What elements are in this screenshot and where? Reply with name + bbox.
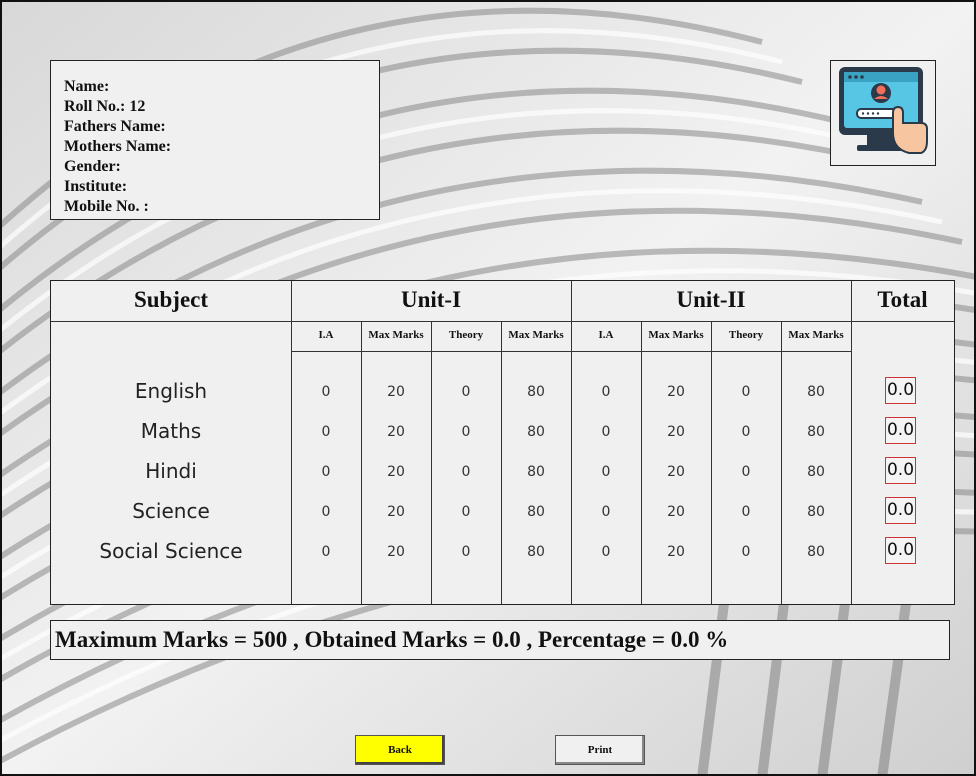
cell-hindi-u1-max1: 20 [387,464,405,480]
cell-maths-u2-max1: 20 [667,424,685,440]
subheader-u1-theory: Theory [448,329,484,341]
cell-maths-u1-ia: 0 [321,424,331,440]
total-maths: 0.0 [885,417,916,444]
total-english: 0.0 [885,377,916,404]
total-social-science: 0.0 [885,537,916,564]
cell-social-science-u2-theory: 0 [741,544,751,560]
cell-maths-u1-theory: 0 [461,424,471,440]
cell-english-u1-max2: 80 [527,384,545,400]
cell-social-science-u2-ia: 0 [601,544,611,560]
column-divider [361,321,362,604]
subheader-u1-max-marks-theory: Max Marks [508,329,564,341]
header-unit-2: Unit-II [676,287,746,312]
cell-english-u2-max1: 20 [667,384,685,400]
cell-science-u1-max2: 80 [527,504,545,520]
cell-science-u2-max1: 20 [667,504,685,520]
cell-science-u2-max2: 80 [807,504,825,520]
cell-hindi-u1-theory: 0 [461,464,471,480]
cell-hindi-u1-max2: 80 [527,464,545,480]
column-divider [431,321,432,604]
cell-hindi-u2-ia: 0 [601,464,611,480]
cell-social-science-u1-ia: 0 [321,544,331,560]
cell-science-u1-max1: 20 [387,504,405,520]
cell-english-u2-ia: 0 [601,384,611,400]
cell-english-u1-ia: 0 [321,384,331,400]
subheader-u2-ia: I.A [598,329,614,341]
cell-social-science-u2-max2: 80 [807,544,825,560]
total-science: 0.0 [885,497,916,524]
subheader-u1-ia: I.A [318,329,334,341]
cell-english-u2-theory: 0 [741,384,751,400]
cell-social-science-u2-max1: 20 [667,544,685,560]
cell-english-u1-max1: 20 [387,384,405,400]
marks-table: Subject Unit-I Unit-II Total I.A Max Mar… [50,280,955,605]
header-total: Total [877,287,928,312]
cell-hindi-u1-ia: 0 [321,464,331,480]
column-divider [501,321,502,604]
cell-maths-u2-theory: 0 [741,424,751,440]
computer-login-hand-icon [830,60,936,166]
column-divider [641,321,642,604]
subject-english: English [134,379,208,403]
header-divider [51,321,954,322]
cell-hindi-u2-max2: 80 [807,464,825,480]
cell-maths-u1-max2: 80 [527,424,545,440]
back-button[interactable]: Back [355,735,445,765]
student-name: Name: [64,78,110,95]
student-fathers-name: Fathers Name: [64,118,166,135]
header-subject: Subject [133,287,209,312]
student-info-panel: Name: Roll No.: 12 Fathers Name: Mothers… [50,60,380,220]
subheader-u1-max-marks: Max Marks [368,329,424,341]
column-divider [711,321,712,604]
cell-maths-u2-ia: 0 [601,424,611,440]
cell-social-science-u1-max2: 80 [527,544,545,560]
subheader-u2-max-marks: Max Marks [648,329,704,341]
column-divider [781,321,782,604]
cell-maths-u2-max2: 80 [807,424,825,440]
cell-science-u1-ia: 0 [321,504,331,520]
subject-maths: Maths [140,419,202,443]
header-unit-1: Unit-I [400,287,462,312]
student-roll-no: Roll No.: 12 [64,98,146,115]
column-divider [851,281,852,604]
result-summary: Maximum Marks = 500 , Obtained Marks = 0… [50,620,950,660]
student-institute: Institute: [64,178,128,195]
cell-social-science-u1-theory: 0 [461,544,471,560]
cell-english-u2-max2: 80 [807,384,825,400]
cell-english-u1-theory: 0 [461,384,471,400]
print-button[interactable]: Print [555,735,645,765]
subheader-u2-theory: Theory [728,329,764,341]
subject-social-science: Social Science [99,539,243,563]
student-mobile-no: Mobile No. : [64,198,149,215]
cell-science-u1-theory: 0 [461,504,471,520]
student-mothers-name: Mothers Name: [64,138,172,155]
cell-hindi-u2-max1: 20 [667,464,685,480]
subject-science: Science [132,499,210,523]
total-hindi: 0.0 [885,457,916,484]
cell-hindi-u2-theory: 0 [741,464,751,480]
subject-hindi: Hindi [145,459,197,483]
cell-science-u2-ia: 0 [601,504,611,520]
cell-maths-u1-max1: 20 [387,424,405,440]
subheader-u2-max-marks-theory: Max Marks [788,329,844,341]
cell-social-science-u1-max1: 20 [387,544,405,560]
cell-science-u2-theory: 0 [741,504,751,520]
student-gender: Gender: [64,158,121,175]
